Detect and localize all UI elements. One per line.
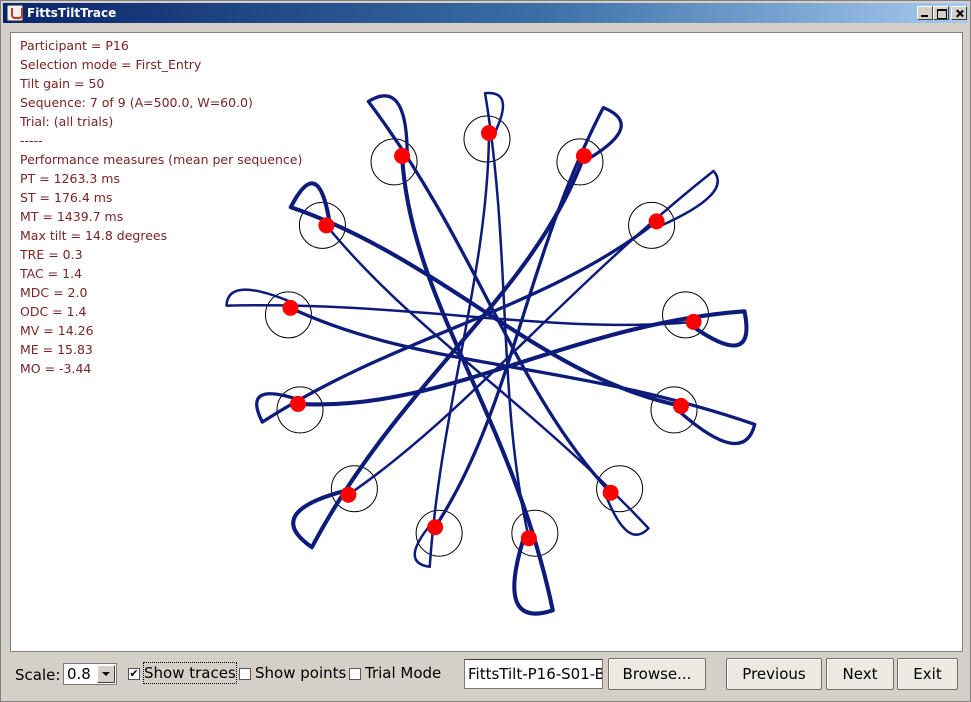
java-cup-icon bbox=[7, 5, 23, 21]
checkbox-icon[interactable] bbox=[349, 668, 361, 680]
selection-point bbox=[481, 125, 497, 141]
target-ring bbox=[596, 465, 644, 513]
info-panel: Participant = P16 Selection mode = First_… bbox=[20, 36, 302, 378]
next-button[interactable]: Next bbox=[826, 658, 894, 690]
info-line: Sequence: 7 of 9 (A=500.0, W=60.0) bbox=[20, 95, 253, 110]
trace-path bbox=[295, 309, 749, 407]
info-line: Tilt gain = 50 bbox=[20, 76, 105, 91]
info-line: Max tilt = 14.8 degrees bbox=[20, 228, 168, 243]
chevron-down-icon[interactable] bbox=[97, 665, 115, 683]
show-traces-label: Show traces bbox=[143, 662, 237, 684]
info-line: MT = 1439.7 ms bbox=[20, 209, 124, 224]
info-line: Participant = P16 bbox=[20, 38, 129, 53]
info-line: MO = -3.44 bbox=[20, 361, 92, 376]
info-line: MDC = 2.0 bbox=[20, 285, 88, 300]
info-line: Trial: (all trials) bbox=[20, 114, 114, 129]
info-line: Selection mode = First_Entry bbox=[20, 57, 202, 72]
show-traces-checkbox[interactable]: ✔ Show traces bbox=[128, 662, 237, 685]
app-window: FittsTiltTrace Participant = P16 Selectio… bbox=[0, 0, 971, 702]
info-line: ME = 15.83 bbox=[20, 342, 93, 357]
title-bar[interactable]: FittsTiltTrace bbox=[3, 3, 968, 23]
trial-mode-label: Trial Mode bbox=[365, 664, 442, 682]
selection-point bbox=[520, 530, 537, 547]
checkmark-icon[interactable]: ✔ bbox=[128, 668, 140, 680]
scale-dropdown[interactable]: 0.8 bbox=[63, 663, 117, 685]
maximize-button[interactable] bbox=[933, 6, 949, 20]
info-line: MV = 14.26 bbox=[20, 323, 94, 338]
info-line: PT = 1263.3 ms bbox=[20, 171, 120, 186]
trial-mode-checkbox[interactable]: Trial Mode bbox=[349, 663, 443, 685]
info-line: ST = 176.4 ms bbox=[20, 190, 113, 205]
selection-point bbox=[648, 213, 665, 230]
scale-value: 0.8 bbox=[67, 665, 91, 683]
minimize-button[interactable] bbox=[917, 6, 933, 20]
previous-button[interactable]: Previous bbox=[726, 658, 822, 690]
target-ring bbox=[650, 386, 698, 434]
info-line: Performance measures (mean per sequence) bbox=[20, 152, 303, 167]
selection-point bbox=[289, 395, 306, 412]
trace-canvas: Participant = P16 Selection mode = First_… bbox=[10, 32, 963, 652]
show-points-label: Show points bbox=[255, 664, 347, 682]
info-line: TRE = 0.3 bbox=[20, 247, 83, 262]
show-points-checkbox[interactable]: Show points bbox=[239, 663, 347, 685]
movement-traces bbox=[225, 91, 757, 616]
file-name-field[interactable]: FittsTilt-P16-S01-B bbox=[464, 659, 603, 689]
trace-path bbox=[433, 105, 623, 529]
trace-path bbox=[255, 219, 659, 424]
selection-point bbox=[340, 486, 357, 503]
trace-path bbox=[288, 306, 757, 446]
browse-button[interactable]: Browse... bbox=[608, 658, 706, 690]
checkbox-icon[interactable] bbox=[239, 668, 251, 680]
selection-point bbox=[394, 147, 411, 164]
selection-point bbox=[673, 397, 690, 414]
info-line: ODC = 1.4 bbox=[20, 304, 87, 319]
scale-label: Scale: bbox=[15, 666, 61, 684]
selection-point bbox=[318, 217, 335, 234]
selection-point bbox=[602, 484, 619, 501]
window-title: FittsTiltTrace bbox=[27, 6, 117, 20]
selection-point bbox=[575, 147, 592, 164]
info-line: ----- bbox=[20, 133, 43, 148]
info-line: TAC = 1.4 bbox=[20, 266, 83, 281]
exit-button[interactable]: Exit bbox=[897, 658, 958, 690]
selection-point bbox=[685, 313, 702, 330]
selection-point bbox=[427, 519, 444, 536]
close-button[interactable] bbox=[951, 6, 967, 20]
